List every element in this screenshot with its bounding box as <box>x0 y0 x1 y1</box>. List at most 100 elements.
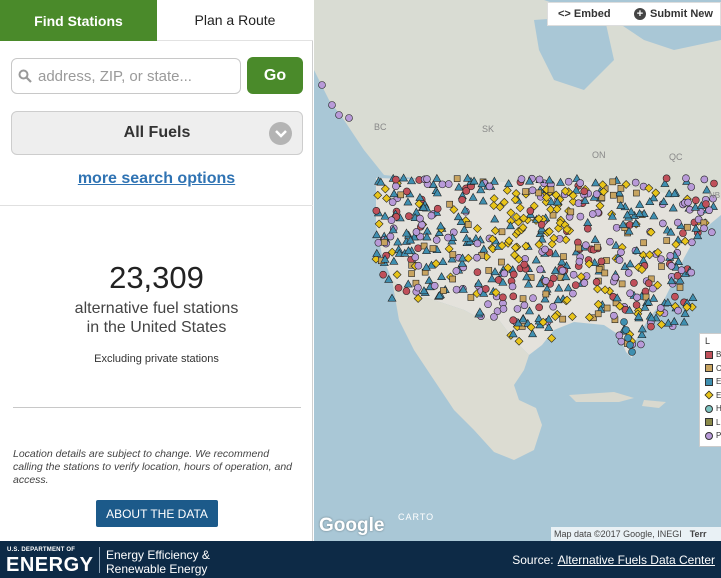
station-marker[interactable] <box>559 315 567 323</box>
station-marker[interactable] <box>392 175 400 184</box>
station-marker[interactable] <box>626 341 634 349</box>
location-search-input[interactable] <box>38 67 238 85</box>
station-marker[interactable] <box>667 262 676 270</box>
station-marker[interactable] <box>412 228 421 236</box>
station-marker[interactable] <box>588 210 597 218</box>
station-marker[interactable] <box>452 267 461 275</box>
station-marker[interactable] <box>700 224 708 233</box>
station-marker[interactable] <box>601 269 609 277</box>
station-marker[interactable] <box>679 317 689 326</box>
station-marker[interactable] <box>564 177 573 186</box>
station-marker[interactable] <box>520 301 529 310</box>
station-marker[interactable] <box>666 252 675 260</box>
station-marker[interactable] <box>498 258 505 266</box>
station-marker[interactable] <box>423 175 431 183</box>
station-marker[interactable] <box>708 228 716 237</box>
station-marker[interactable] <box>535 189 542 197</box>
map-canvas[interactable]: BC SK ON QC NB <box>314 0 721 541</box>
station-marker[interactable] <box>542 290 550 298</box>
station-marker[interactable] <box>671 292 679 301</box>
station-marker[interactable] <box>611 273 620 282</box>
station-marker[interactable] <box>688 293 698 302</box>
station-marker[interactable] <box>569 270 578 279</box>
station-marker[interactable] <box>387 216 396 225</box>
station-marker[interactable] <box>647 322 655 331</box>
station-marker[interactable] <box>631 178 640 187</box>
station-marker[interactable] <box>372 206 381 215</box>
station-marker[interactable] <box>403 187 411 196</box>
station-marker[interactable] <box>626 289 634 298</box>
station-marker[interactable] <box>509 316 517 325</box>
station-marker[interactable] <box>498 228 506 236</box>
station-marker[interactable] <box>609 178 617 186</box>
go-button[interactable]: Go <box>247 57 303 94</box>
station-marker[interactable] <box>569 289 577 298</box>
station-marker[interactable] <box>620 318 628 326</box>
station-marker[interactable] <box>622 326 630 334</box>
station-marker[interactable] <box>402 287 411 295</box>
station-marker[interactable] <box>657 320 666 329</box>
station-marker[interactable] <box>499 305 508 313</box>
station-marker[interactable] <box>499 293 507 302</box>
station-marker[interactable] <box>632 301 641 309</box>
station-marker[interactable] <box>677 266 686 275</box>
station-marker[interactable] <box>449 275 456 283</box>
station-marker[interactable] <box>408 270 415 277</box>
station-marker[interactable] <box>427 211 436 220</box>
station-marker[interactable] <box>673 218 682 227</box>
station-marker[interactable] <box>372 248 382 257</box>
station-marker[interactable] <box>328 101 336 109</box>
station-marker[interactable] <box>576 179 585 187</box>
station-marker[interactable] <box>609 191 617 199</box>
tab-plan-route[interactable]: Plan a Route <box>157 0 313 41</box>
afdc-link[interactable]: Alternative Fuels Data Center <box>558 553 715 567</box>
station-marker[interactable] <box>467 294 475 301</box>
station-marker[interactable] <box>583 224 592 233</box>
station-marker[interactable] <box>617 184 625 192</box>
station-marker[interactable] <box>449 251 457 258</box>
station-marker[interactable] <box>687 183 696 191</box>
station-marker[interactable] <box>644 279 653 288</box>
station-marker[interactable] <box>458 196 466 204</box>
station-marker[interactable] <box>560 253 567 260</box>
station-marker[interactable] <box>414 244 422 253</box>
station-marker[interactable] <box>656 304 665 312</box>
station-marker[interactable] <box>640 239 647 247</box>
station-marker[interactable] <box>379 270 387 279</box>
station-marker[interactable] <box>547 186 555 194</box>
station-marker[interactable] <box>682 174 690 182</box>
station-marker[interactable] <box>429 245 437 252</box>
station-marker[interactable] <box>464 221 472 228</box>
station-marker[interactable] <box>536 265 544 274</box>
station-marker[interactable] <box>700 175 709 184</box>
station-marker[interactable] <box>592 190 601 198</box>
station-marker[interactable] <box>444 180 453 188</box>
station-marker[interactable] <box>610 311 618 320</box>
station-marker[interactable] <box>430 281 439 290</box>
station-marker[interactable] <box>449 228 458 237</box>
station-marker[interactable] <box>594 243 601 251</box>
tab-find-stations[interactable]: Find Stations <box>0 0 157 41</box>
station-marker[interactable] <box>509 270 518 279</box>
station-marker[interactable] <box>692 196 700 205</box>
station-marker[interactable] <box>473 253 481 262</box>
station-marker[interactable] <box>597 257 606 266</box>
station-marker[interactable] <box>397 191 405 199</box>
station-marker[interactable] <box>582 241 590 249</box>
station-marker[interactable] <box>535 303 543 312</box>
station-marker[interactable] <box>416 214 424 223</box>
station-marker[interactable] <box>702 200 710 208</box>
station-marker[interactable] <box>580 279 589 287</box>
station-marker[interactable] <box>576 212 585 221</box>
station-marker[interactable] <box>509 292 518 301</box>
station-marker[interactable] <box>549 302 557 311</box>
station-marker[interactable] <box>684 198 692 207</box>
station-marker[interactable] <box>535 175 544 184</box>
station-marker[interactable] <box>485 182 494 191</box>
fuel-type-select[interactable]: All Fuels <box>11 111 303 155</box>
station-marker[interactable] <box>684 223 691 231</box>
station-marker[interactable] <box>485 267 493 274</box>
station-marker[interactable] <box>687 268 696 277</box>
station-marker[interactable] <box>633 293 641 302</box>
about-data-button[interactable]: ABOUT THE DATA <box>96 500 218 527</box>
